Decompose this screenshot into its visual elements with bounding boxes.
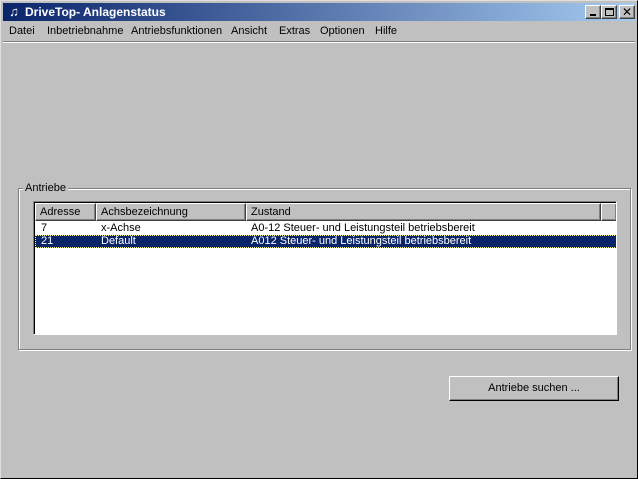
minimize-icon xyxy=(590,14,596,16)
table-row-selected[interactable]: 21 Default A012 Steuer- und Leistungstei… xyxy=(35,235,616,248)
window-title: DriveTop- Anlagenstatus xyxy=(25,5,166,19)
list-header: Adresse Achsbezeichnung Zustand xyxy=(35,203,616,221)
column-header-achsbezeichnung[interactable]: Achsbezeichnung xyxy=(96,203,246,221)
menu-bar: Datei Inbetriebnahme Antriebsfunktionen … xyxy=(3,22,635,41)
close-icon: ✕ xyxy=(621,5,633,19)
menu-datei[interactable]: Datei xyxy=(9,25,35,38)
menu-extras[interactable]: Extras xyxy=(279,25,310,38)
table-row[interactable]: 7 x-Achse A0-12 Steuer- und Leistungstei… xyxy=(35,222,616,235)
column-header-filler xyxy=(601,203,616,221)
column-header-adresse[interactable]: Adresse xyxy=(35,203,96,221)
main-window: ♫ DriveTop- Anlagenstatus ✕ Datei Inbetr… xyxy=(0,0,638,479)
column-header-zustand[interactable]: Zustand xyxy=(246,203,601,221)
search-drives-button[interactable]: Antriebe suchen ... xyxy=(449,376,619,401)
maximize-button[interactable] xyxy=(601,5,617,19)
cell-adresse: 21 xyxy=(41,235,54,247)
cell-achsbezeichnung: x-Achse xyxy=(101,222,141,234)
cell-zustand: A012 Steuer- und Leistungsteil betriebsb… xyxy=(251,235,472,247)
close-button[interactable]: ✕ xyxy=(619,5,635,19)
title-bar[interactable]: ♫ DriveTop- Anlagenstatus ✕ xyxy=(3,3,635,21)
cell-adresse: 7 xyxy=(41,222,48,234)
cell-achsbezeichnung: Default xyxy=(101,235,136,247)
cell-zustand: A0-12 Steuer- und Leistungsteil betriebs… xyxy=(251,222,475,234)
menu-inbetriebnahme[interactable]: Inbetriebnahme xyxy=(47,25,123,38)
maximize-icon xyxy=(605,8,614,16)
drives-list[interactable]: Adresse Achsbezeichnung Zustand 7 x-Achs… xyxy=(33,201,617,335)
menu-divider xyxy=(3,41,635,43)
menu-ansicht[interactable]: Ansicht xyxy=(231,25,267,38)
menu-hilfe[interactable]: Hilfe xyxy=(375,25,397,38)
antriebe-group-label: Antriebe xyxy=(23,182,68,194)
menu-optionen[interactable]: Optionen xyxy=(320,25,365,38)
menu-antriebsfunktionen[interactable]: Antriebsfunktionen xyxy=(131,25,222,38)
minimize-button[interactable] xyxy=(585,5,601,19)
music-note-icon[interactable]: ♫ xyxy=(6,4,22,20)
